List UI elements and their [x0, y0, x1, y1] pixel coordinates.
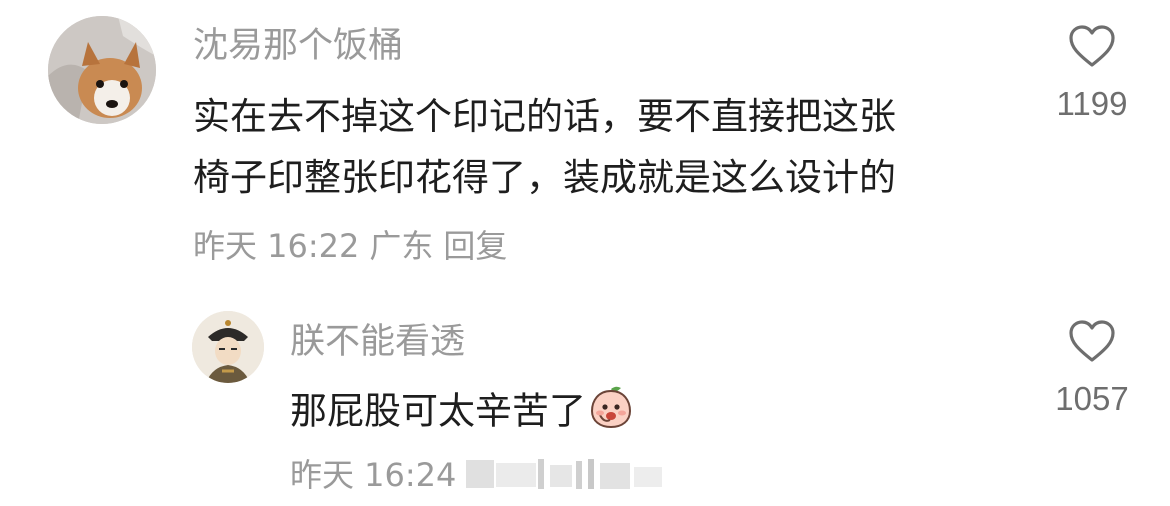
user-avatar[interactable] [192, 311, 264, 383]
comment-text: 实在去不掉这个印记的话，要不直接把这张 椅子印整张印花得了，装成就是这么设计的 [193, 92, 896, 202]
peach-emoji-sticker-icon [588, 385, 634, 441]
reply-text-content: 那屁股可太辛苦了 [290, 389, 586, 433]
heart-outline-icon[interactable] [1068, 319, 1116, 363]
reply-meta: 昨天 16:24 [290, 456, 676, 494]
comment-meta: 昨天 16:22 广东 回复 [193, 227, 517, 265]
reply-text-line: 那屁股可太辛苦了 [290, 385, 634, 441]
user-avatar[interactable] [48, 16, 156, 124]
comment-text-line: 实在去不掉这个印记的话，要不直接把这张 [193, 95, 896, 138]
comment-time: 昨天 16:22 [193, 227, 360, 265]
comment-location: 广东 [369, 227, 434, 265]
reply-text: 那屁股可太辛苦了 [290, 385, 634, 441]
like-count: 1199 [1056, 85, 1128, 122]
comment-username[interactable]: 沈易那个饭桶 [193, 26, 403, 66]
heart-outline-icon[interactable] [1068, 24, 1116, 68]
comment-text-line: 椅子印整张印花得了，装成就是这么设计的 [193, 156, 896, 199]
like-control[interactable]: 1199 [1042, 24, 1142, 124]
like-count: 1057 [1055, 380, 1129, 417]
reply-time: 昨天 16:24 [290, 456, 457, 494]
blurred-overlay [466, 457, 666, 491]
reply-username[interactable]: 朕不能看透 [290, 322, 465, 362]
like-control[interactable]: 1057 [1042, 319, 1142, 419]
corgi-dog-avatar-icon [48, 16, 156, 124]
reply-button[interactable]: 回复 [443, 227, 507, 265]
qing-emperor-avatar-icon [192, 311, 264, 383]
